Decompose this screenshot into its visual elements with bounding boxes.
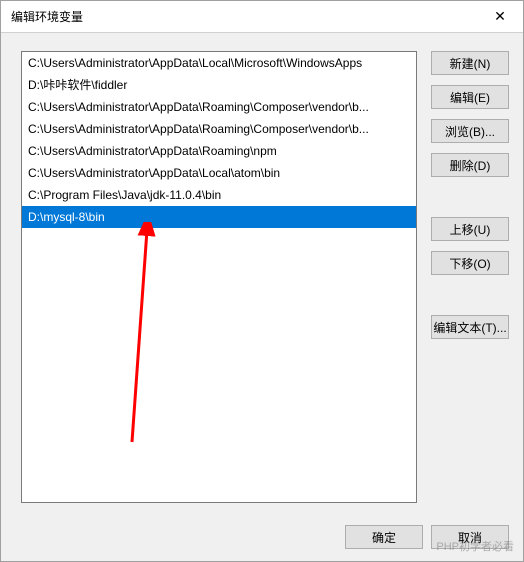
button-column: 新建(N) 编辑(E) 浏览(B)... 删除(D) 上移(U) 下移(O) 编… [431,51,509,503]
env-var-dialog: 编辑环境变量 ✕ C:\Users\Administrator\AppData\… [0,0,524,562]
edit-button[interactable]: 编辑(E) [431,85,509,109]
new-button[interactable]: 新建(N) [431,51,509,75]
edit-text-button[interactable]: 编辑文本(T)... [431,315,509,339]
cancel-button[interactable]: 取消 [431,525,509,549]
path-listbox[interactable]: C:\Users\Administrator\AppData\Local\Mic… [21,51,417,503]
titlebar: 编辑环境变量 ✕ [1,1,523,33]
dialog-title: 编辑环境变量 [11,8,477,25]
ok-button[interactable]: 确定 [345,525,423,549]
annotation-arrow-icon [102,222,162,452]
list-item[interactable]: C:\Users\Administrator\AppData\Local\ato… [22,162,416,184]
move-down-button[interactable]: 下移(O) [431,251,509,275]
list-item[interactable]: D:\咔咔软件\fiddler [22,74,416,96]
list-item[interactable]: C:\Users\Administrator\AppData\Roaming\C… [22,96,416,118]
list-item[interactable]: C:\Users\Administrator\AppData\Roaming\C… [22,118,416,140]
list-item[interactable]: C:\Users\Administrator\AppData\Roaming\n… [22,140,416,162]
dialog-footer: 确定 取消 [1,513,523,561]
close-icon: ✕ [494,8,506,25]
delete-button[interactable]: 删除(D) [431,153,509,177]
browse-button[interactable]: 浏览(B)... [431,119,509,143]
list-item[interactable]: C:\Users\Administrator\AppData\Local\Mic… [22,52,416,74]
dialog-content: C:\Users\Administrator\AppData\Local\Mic… [1,33,523,513]
close-button[interactable]: ✕ [477,1,523,33]
move-up-button[interactable]: 上移(U) [431,217,509,241]
list-item[interactable]: D:\mysql-8\bin [22,206,416,228]
list-item[interactable]: C:\Program Files\Java\jdk-11.0.4\bin [22,184,416,206]
